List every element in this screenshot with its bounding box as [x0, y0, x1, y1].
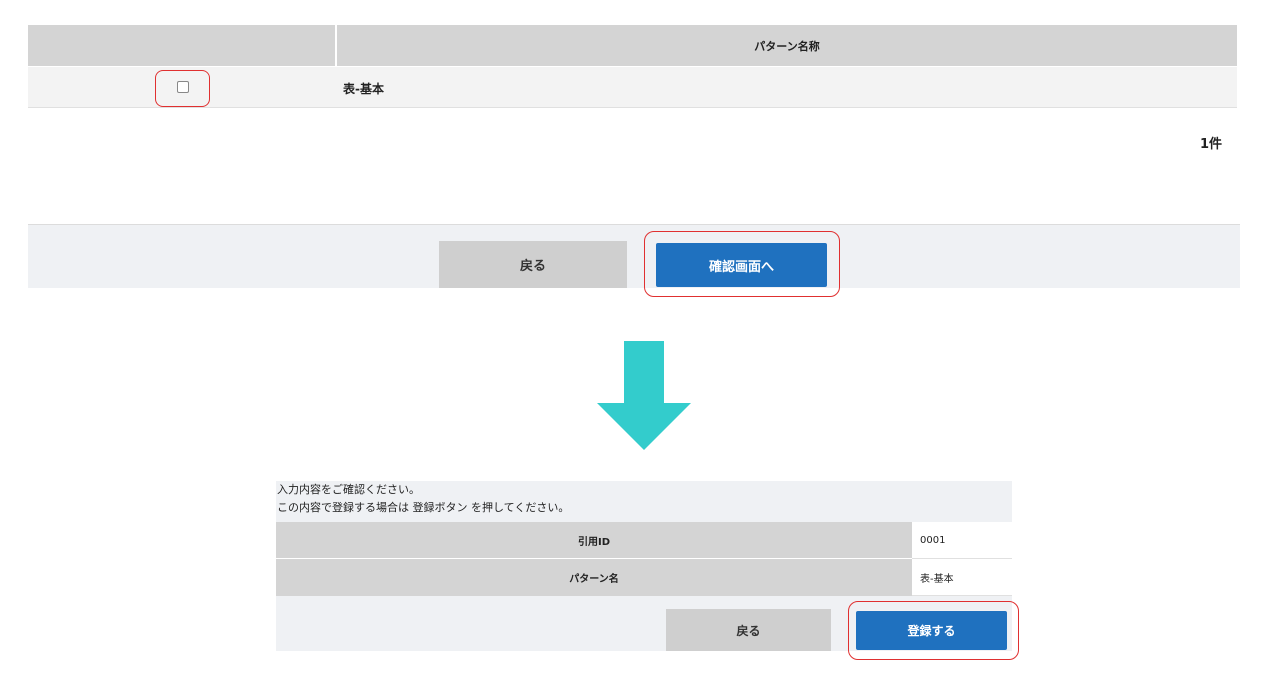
register-button-highlight-marker [848, 601, 1019, 660]
field-value-pattern-name: 表-基本 [912, 559, 1012, 596]
register-instruction-message: この内容で登録する場合は 登録ボタン を押してください。 [277, 501, 570, 514]
confirm-button-highlight-marker [644, 231, 840, 297]
confirmation-message: 入力内容をご確認ください。 [277, 483, 420, 496]
back-button[interactable]: 戻る [666, 609, 831, 651]
field-value-citation-id: 0001 [912, 522, 1012, 559]
back-button[interactable]: 戻る [439, 241, 627, 288]
down-arrow-icon [597, 341, 691, 450]
select-column-header [28, 25, 335, 66]
action-footer [28, 224, 1240, 288]
pattern-name-column-header: パターン名称 [337, 25, 1237, 66]
result-count: 1件 [1200, 137, 1223, 152]
pattern-name-cell: 表-基本 [343, 82, 384, 96]
field-label-citation-id: 引用ID [276, 522, 912, 559]
checkbox-highlight-marker [155, 70, 210, 107]
field-label-pattern-name: パターン名 [276, 559, 912, 596]
